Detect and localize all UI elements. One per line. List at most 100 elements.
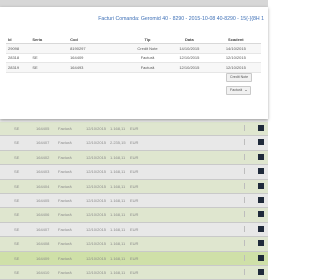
- column-header-cod: Cod: [68, 35, 128, 44]
- row-separator: [244, 125, 250, 131]
- cell-cod: 8190297: [68, 43, 128, 54]
- column-header-tip: Tip: [127, 35, 169, 44]
- table-header-row: Id Seria Cod Tip Data Scadent: [6, 35, 261, 44]
- cell-id: 29098: [6, 43, 31, 54]
- background-cell: 1.168,11: [110, 269, 126, 275]
- table-row[interactable]: 29098 8190297 Credit Note 14/10/2015 14/…: [6, 43, 261, 54]
- factura-button-label: Factură: [230, 88, 243, 92]
- background-cell: Factură: [58, 169, 72, 175]
- row-checkbox[interactable]: [258, 153, 264, 160]
- background-cell: 164409: [36, 255, 50, 261]
- row-separator: [244, 225, 250, 232]
- row-checkbox[interactable]: [258, 211, 264, 218]
- row-separator: [244, 153, 250, 160]
- background-cell: Factură: [58, 140, 72, 146]
- column-header-seria: Seria: [30, 35, 69, 44]
- background-cell: EUR: [130, 255, 139, 261]
- row-checkbox[interactable]: [258, 196, 264, 203]
- table-row[interactable]: 28319 SE 164493 Factură 12/10/2015 12/10…: [6, 62, 261, 73]
- cell-data: 14/10/2015: [168, 43, 211, 54]
- background-cell: 1.168,11: [110, 183, 126, 189]
- background-cell: 12/10/2015: [86, 183, 107, 189]
- background-cell: 164410: [36, 269, 50, 275]
- row-checkbox[interactable]: [258, 182, 264, 189]
- background-cell: EUR: [130, 140, 139, 146]
- cell-tip: Factură: [127, 62, 169, 73]
- background-cell: 164405: [36, 197, 50, 203]
- row-checkbox[interactable]: [258, 225, 264, 232]
- background-cell: SE: [14, 126, 20, 131]
- row-separator: [244, 196, 250, 203]
- cell-data: 12/10/2015: [168, 53, 211, 64]
- row-separator: [244, 268, 250, 275]
- background-cell: 12/10/2015: [86, 169, 107, 175]
- background-table-row: SE 164404 Factură 12/10/2015 1.168,11 EUR: [0, 179, 268, 194]
- cell-id: 28319: [6, 62, 31, 73]
- row-checkbox[interactable]: [258, 139, 264, 146]
- row-separator: [244, 182, 250, 189]
- background-cell: 12/10/2015: [86, 154, 107, 160]
- background-cell: EUR: [130, 126, 139, 131]
- cell-seria: [30, 43, 69, 54]
- background-cell: EUR: [130, 183, 139, 189]
- background-cell: SE: [14, 183, 20, 189]
- background-table-row: SE 164403 Factură 12/10/2015 1.168,11 EUR: [0, 165, 268, 180]
- background-cell: SE: [14, 212, 20, 218]
- background-cell: Factură: [58, 241, 72, 247]
- background-cell: 1.168,11: [110, 255, 126, 261]
- factura-dropdown-button[interactable]: Factură: [226, 86, 252, 95]
- background-cell: 1.168,11: [110, 126, 126, 131]
- background-cell: 12/10/2015: [86, 269, 107, 275]
- background-cell: 164404: [36, 183, 50, 189]
- background-cell: SE: [14, 154, 20, 160]
- row-separator: [244, 211, 250, 218]
- background-cell: 1.168,11: [110, 241, 126, 247]
- row-separator: [244, 168, 250, 175]
- column-header-scadent: Scadent: [210, 35, 261, 44]
- row-checkbox[interactable]: [258, 254, 264, 261]
- background-table-row: SE 164408 Factură 12/10/2015 1.168,11 EUR: [0, 237, 268, 252]
- background-cell: 1.168,11: [110, 212, 126, 218]
- row-separator: [244, 139, 250, 146]
- background-cell: Factură: [58, 197, 72, 203]
- background-table-row: SE 164409 Factură 12/10/2015 1.168,11 EUR: [0, 251, 268, 266]
- background-cell: EUR: [130, 154, 139, 160]
- background-cell: 12/10/2015: [86, 197, 107, 203]
- background-cell: EUR: [130, 212, 139, 218]
- background-cell: SE: [14, 241, 20, 247]
- cell-cod: 164493: [68, 62, 128, 73]
- background-cell: Factură: [58, 126, 72, 131]
- row-checkbox[interactable]: [258, 240, 264, 247]
- background-cell: 2.235,15: [110, 140, 126, 146]
- background-cell: Factură: [58, 255, 72, 261]
- row-checkbox[interactable]: [258, 168, 264, 175]
- background-table-row: SE 164406 Factură 12/10/2015 1.168,11 EUR: [0, 208, 268, 223]
- background-cell: SE: [14, 255, 20, 261]
- background-cell: 164406: [36, 212, 50, 218]
- background-cell: SE: [14, 269, 20, 275]
- row-checkbox[interactable]: [258, 125, 264, 131]
- table-row[interactable]: 28318 SE 164409 Factură 12/10/2015 12/10…: [6, 53, 261, 64]
- modal-title: Facturi Comanda: Geromid 40 - 8290 - 201…: [98, 16, 264, 22]
- cell-scadent: 14/10/2015: [210, 43, 261, 54]
- column-header-data: Data: [168, 35, 211, 44]
- invoices-table: Id Seria Cod Tip Data Scadent 29098 8190…: [6, 35, 261, 73]
- background-invoice-table: SE 164405 Factură 12/10/2015 1.168,11 EUR SE 16…: [0, 122, 268, 280]
- background-cell: Factură: [58, 154, 72, 160]
- background-cell: 164407: [36, 140, 50, 146]
- cell-id: 28318: [6, 53, 31, 64]
- background-table-row: SE 164405 Factură 12/10/2015 1.168,11 EUR: [0, 193, 268, 209]
- background-cell: 1.168,11: [110, 197, 126, 203]
- background-table-row: SE 164407 Factură 12/10/2015 2.235,15 EUR: [0, 136, 268, 151]
- background-cell: Factură: [58, 269, 72, 275]
- background-cell: 12/10/2015: [86, 126, 107, 131]
- row-checkbox[interactable]: [258, 268, 264, 275]
- background-cell: 12/10/2015: [86, 241, 107, 247]
- background-cell: Factură: [58, 226, 72, 232]
- cell-seria: SE: [30, 53, 69, 64]
- credit-note-button-label: Credit Note: [230, 75, 249, 79]
- background-cell: 164408: [36, 241, 50, 247]
- background-cell: 1.168,11: [110, 226, 126, 232]
- row-separator: [244, 254, 250, 261]
- credit-note-button[interactable]: Credit Note: [226, 73, 253, 82]
